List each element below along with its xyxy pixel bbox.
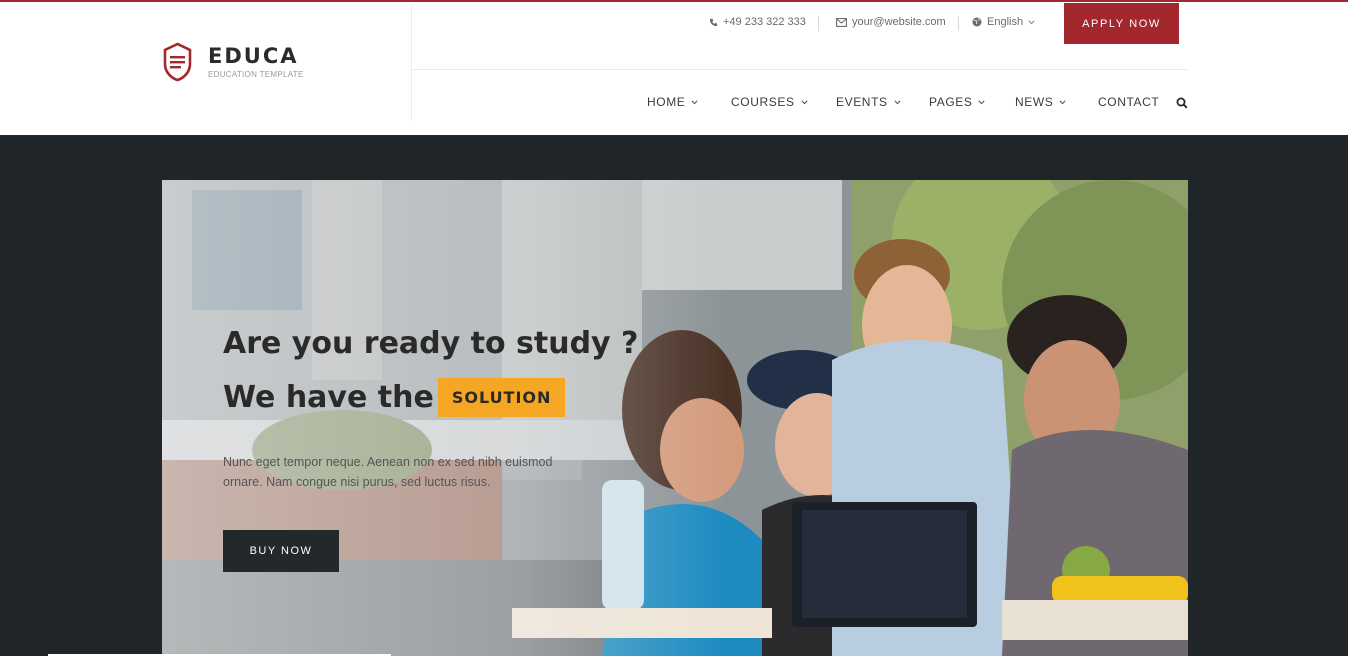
search-icon[interactable] xyxy=(1176,97,1188,109)
nav-item-contact[interactable]: CONTACT xyxy=(1098,95,1159,109)
nav-item-label: COURSES xyxy=(731,95,795,109)
hero-title-text: We have the xyxy=(223,380,434,415)
nav-item-label: CONTACT xyxy=(1098,95,1160,109)
hero-description: Nunc eget tempor neque. Aenean non ex se… xyxy=(223,455,553,489)
hero-title-line-2: We have the SOLUTION xyxy=(223,378,566,417)
main-navigation: HOME COURSES EVENTS PAGES NEWS CONTACT xyxy=(412,70,1188,135)
nav-item-courses[interactable]: COURSES xyxy=(731,95,808,109)
site-header: EDUCA EDUCATION TEMPLATE +49 233 322 333… xyxy=(0,2,1348,135)
globe-icon xyxy=(972,17,982,27)
phone-icon xyxy=(709,18,718,26)
chevron-down-icon xyxy=(691,99,699,104)
chevron-down-icon xyxy=(1059,99,1067,104)
hero-overlay xyxy=(162,180,1188,656)
solution-badge: SOLUTION xyxy=(437,378,566,417)
nav-item-label: EVENTS xyxy=(836,95,888,109)
phone-contact[interactable]: +49 233 322 333 xyxy=(709,16,806,28)
buy-now-button[interactable]: BUY NOW xyxy=(223,530,339,572)
logo[interactable]: EDUCA EDUCATION TEMPLATE xyxy=(161,42,304,82)
apply-now-button[interactable]: APPLY NOW xyxy=(1064,3,1179,44)
nav-item-label: NEWS xyxy=(1015,95,1054,109)
nav-item-pages[interactable]: PAGES xyxy=(929,95,986,109)
phone-number: +49 233 322 333 xyxy=(723,16,806,28)
language-selector[interactable]: English xyxy=(972,16,1040,28)
shield-logo-icon xyxy=(163,42,192,82)
email-contact[interactable]: your@website.com xyxy=(836,16,946,28)
divider xyxy=(958,16,959,31)
chevron-down-icon xyxy=(1028,19,1035,24)
nav-item-home[interactable]: HOME xyxy=(647,95,699,109)
topbar: +49 233 322 333 your@website.com English… xyxy=(412,2,1188,70)
chevron-down-icon xyxy=(978,99,986,104)
brand-tagline: EDUCATION TEMPLATE xyxy=(208,70,304,79)
nav-item-events[interactable]: EVENTS xyxy=(836,95,901,109)
nav-item-label: HOME xyxy=(647,95,686,109)
chevron-down-icon xyxy=(800,99,808,104)
envelope-icon xyxy=(836,17,847,27)
nav-item-label: PAGES xyxy=(929,95,973,109)
nav-item-news[interactable]: NEWS xyxy=(1015,95,1067,109)
hero-title-line-1: Are you ready to study ? xyxy=(223,326,639,361)
brand-name: EDUCA xyxy=(208,44,299,68)
hero-banner: Are you ready to study ? We have the SOL… xyxy=(162,180,1188,656)
language-label: English xyxy=(987,16,1024,28)
chevron-down-icon xyxy=(894,99,901,104)
divider xyxy=(818,16,819,31)
email-address: your@website.com xyxy=(852,16,946,28)
